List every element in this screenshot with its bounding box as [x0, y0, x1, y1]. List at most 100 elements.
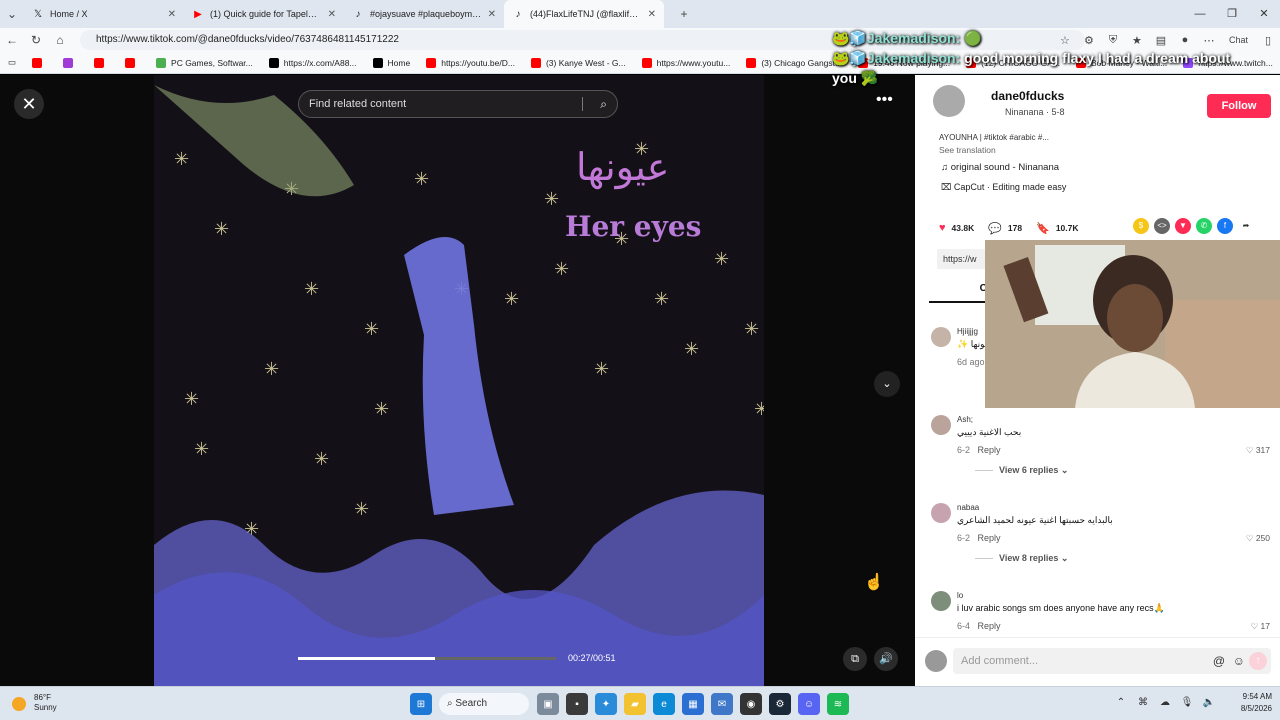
see-translation-link[interactable]: See translation [939, 145, 996, 155]
store-icon[interactable]: ▦ [682, 693, 704, 715]
repost-icon[interactable]: ▼ [1175, 218, 1191, 234]
star-decoration: ✳ [554, 259, 569, 279]
follow-button[interactable]: Follow [1207, 94, 1271, 118]
chat-emote: 🟢 [964, 30, 982, 46]
comment-like-button[interactable]: ♡ 17 [1251, 621, 1270, 632]
network-icon[interactable]: ⌘ [1132, 697, 1154, 708]
bookmark-item[interactable] [86, 57, 117, 68]
sound-link[interactable]: ♫ original sound - Ninanana [941, 162, 1059, 173]
mail-icon[interactable]: ✉ [711, 693, 733, 715]
comment-button[interactable]: 💬 178 [988, 222, 1022, 235]
view-replies-button[interactable]: View 8 replies ⌄ [975, 553, 1068, 564]
bookmark-item[interactable]: PC Games, Softwar... [148, 57, 261, 68]
view-replies-button[interactable]: View 6 replies ⌄ [975, 465, 1068, 476]
share-arrow-icon[interactable]: ➦ [1238, 218, 1254, 234]
edge-icon[interactable]: e [653, 693, 675, 715]
close-icon[interactable]: ✕ [488, 9, 496, 20]
home-icon[interactable]: ⌂ [48, 33, 72, 47]
tab-youtube-guide[interactable]: ▶ (1) Quick guide for Tapeless Cam ✕ [184, 0, 344, 28]
new-tab-icon[interactable]: + [672, 7, 696, 21]
sidebar-toggle-icon[interactable]: ▯ [1256, 34, 1280, 47]
cloud-icon[interactable]: ☁ [1154, 697, 1176, 708]
related-search-input[interactable]: Find related content ⌕ [298, 90, 618, 118]
bookmark-item[interactable]: https://youtu.be/D... [418, 57, 523, 68]
maximize-icon[interactable]: ❐ [1216, 0, 1248, 28]
file-explorer-icon[interactable]: ▰ [624, 693, 646, 715]
bookmark-item[interactable]: https://www.youtu... [634, 57, 739, 68]
reply-button[interactable]: Reply [978, 445, 1001, 455]
speaker-icon[interactable]: 🔈 [1198, 697, 1220, 708]
bookmarks-menu-icon[interactable]: ▭ [0, 57, 24, 68]
video-progress-bar[interactable] [298, 657, 556, 660]
back-icon[interactable]: ← [0, 33, 24, 47]
discord-icon[interactable]: ☺ [798, 693, 820, 715]
tab-actions-icon[interactable]: ⌄ [0, 7, 24, 21]
avatar[interactable] [931, 503, 951, 523]
comment-author[interactable]: Ash; [957, 415, 973, 424]
close-video-button[interactable]: ✕ [14, 89, 44, 119]
pip-icon[interactable]: ⧉ [843, 647, 867, 671]
close-icon[interactable]: ✕ [328, 9, 336, 20]
coin-icon[interactable]: $ [1133, 218, 1149, 234]
bookmark-item[interactable]: https://x.com/A88... [261, 57, 365, 68]
bookmark-item[interactable] [24, 57, 55, 68]
refresh-icon[interactable]: ↻ [24, 33, 48, 47]
star-decoration: ✳ [544, 189, 559, 209]
task-view-icon[interactable]: ▣ [537, 693, 559, 715]
comment-author[interactable]: nabaa [957, 503, 979, 512]
tab-tiktok-flaxlife[interactable]: ♪ (44)FlaxLifeTNJ (@flaxlifetnj) | ✕ [504, 0, 664, 28]
mention-icon[interactable]: @ [1213, 648, 1225, 674]
comment-like-button[interactable]: ♡ 250 [1246, 533, 1270, 544]
tab-tiktok-ojay[interactable]: ♪ #ojaysuave #plaqueboymaxedit # ✕ [344, 0, 504, 28]
copilot-icon[interactable]: ✦ [595, 693, 617, 715]
comment-like-button[interactable]: ♡ 317 [1246, 445, 1270, 456]
bookmark-item[interactable] [117, 57, 148, 68]
whatsapp-icon[interactable]: ✆ [1196, 218, 1212, 234]
spotify-icon[interactable]: ≋ [827, 693, 849, 715]
bookmark-item[interactable] [55, 57, 86, 68]
avatar[interactable] [931, 327, 951, 347]
emoji-icon[interactable]: ☺ [1233, 648, 1245, 674]
microphone-icon[interactable]: 🎙 [1176, 697, 1198, 708]
embed-icon[interactable]: <> [1154, 218, 1170, 234]
save-button[interactable]: 🔖 10.7K [1036, 222, 1078, 235]
close-window-icon[interactable]: ✕ [1248, 0, 1280, 28]
clock[interactable]: 9:54 AM 8/5/2026 [1241, 691, 1272, 715]
comment-author[interactable]: lo [957, 591, 963, 600]
comment-author[interactable]: Hjiijjjg [957, 327, 978, 336]
volume-icon[interactable]: 🔊 [874, 647, 898, 671]
capcut-link[interactable]: ⌧ CapCut · Editing made easy [941, 182, 1066, 193]
send-icon[interactable]: ↑ [1249, 652, 1267, 670]
like-button[interactable]: ♥ 43.8K [939, 222, 974, 234]
terminal-icon[interactable]: ▪ [566, 693, 588, 715]
reply-button[interactable]: Reply [978, 533, 1001, 543]
next-video-chevron-icon[interactable]: ⌄ [874, 371, 900, 397]
tab-x-home[interactable]: 𝕏 Home / X ✕ [24, 0, 184, 28]
bookmark-favicon-icon [63, 57, 74, 68]
steam-icon[interactable]: ⚙ [769, 693, 791, 715]
start-menu-icon[interactable]: ⊞ [410, 693, 432, 715]
avatar[interactable] [933, 85, 965, 117]
bookmark-item[interactable]: (3) Kanye West - G... [523, 57, 634, 68]
author-name[interactable]: dane0fducks [991, 89, 1064, 103]
obs-icon[interactable]: ◉ [740, 693, 762, 715]
weather-widget[interactable]: 86°F Sunny [12, 693, 57, 713]
reply-button[interactable]: Reply [978, 621, 1001, 631]
divider [975, 558, 993, 560]
avatar[interactable] [931, 415, 951, 435]
chat-message: 🐸🧊Jakemadison: good morning flaxy I had … [832, 48, 1252, 88]
avatar[interactable] [931, 591, 951, 611]
add-comment-input[interactable]: Add comment... @ ☺ ↑ [953, 648, 1271, 674]
close-icon[interactable]: ✕ [648, 9, 656, 20]
star-decoration: ✳ [264, 359, 279, 379]
search-icon[interactable]: ⌕ [600, 91, 607, 117]
taskbar-search[interactable]: ⌕ Search [439, 693, 529, 715]
capcut-icon: ⌧ [941, 182, 954, 192]
close-icon[interactable]: ✕ [168, 9, 176, 20]
bookmark-item[interactable]: Home [365, 57, 419, 68]
video-player[interactable]: ✳✳✳✳✳✳✳✳✳✳✳✳✳✳✳✳✳✳✳✳✳✳✳✳✳ عيونها Her eye… [154, 75, 764, 686]
facebook-icon[interactable]: f [1217, 218, 1233, 234]
minimize-icon[interactable]: — [1184, 0, 1216, 28]
chevron-up-icon[interactable]: ⌃ [1110, 697, 1132, 708]
more-options-icon[interactable]: ••• [876, 91, 893, 109]
